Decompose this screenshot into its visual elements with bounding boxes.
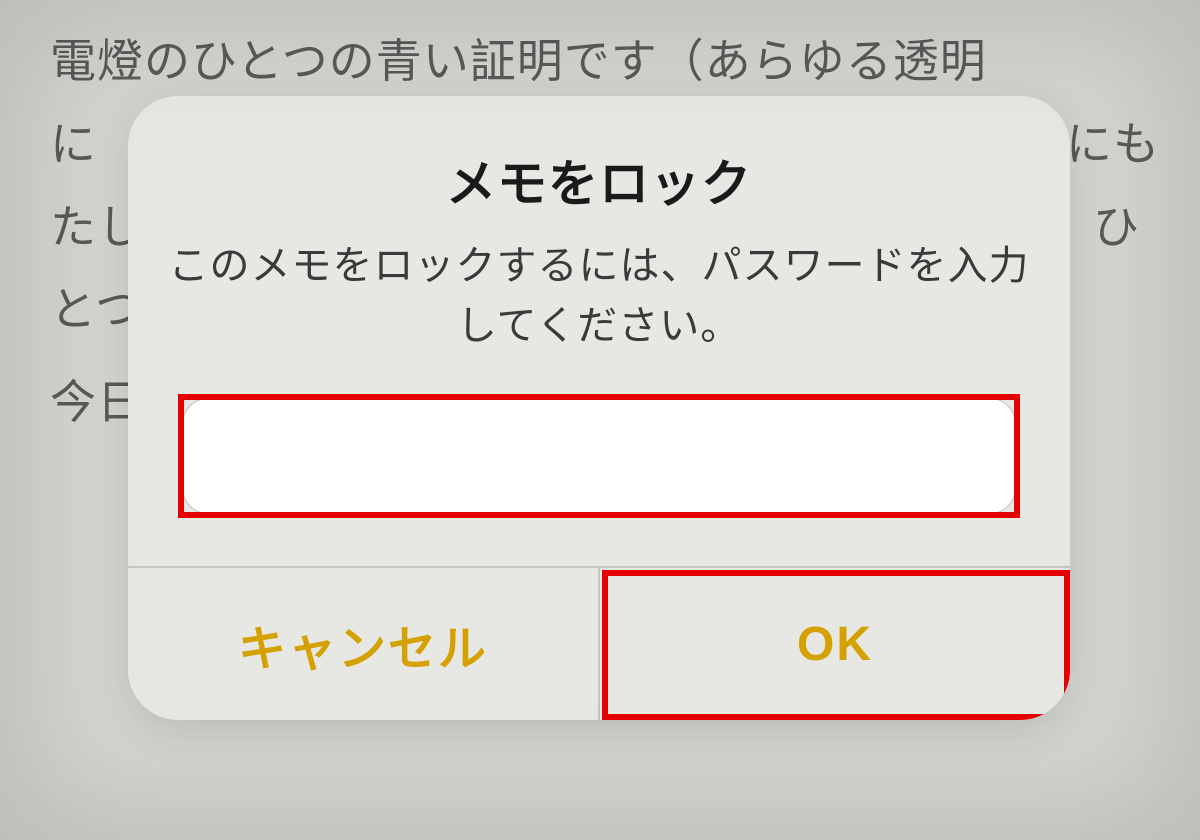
note-fragment: にも (1066, 103, 1160, 186)
cancel-button[interactable]: キャンセル (128, 568, 600, 720)
password-input[interactable] (182, 398, 1016, 514)
ok-button-label: OK (797, 617, 873, 672)
dialog-title: メモをロック (168, 144, 1030, 216)
dialog-message: このメモをロックするには、パスワードを入力してください。 (168, 236, 1030, 356)
note-line: 電燈のひとつの青い証明です（あらゆる透明 (50, 20, 1150, 103)
dialog-button-row: キャンセル OK (128, 566, 1070, 720)
note-fragment: ひ (1093, 186, 1140, 269)
lock-note-dialog: メモをロック このメモをロックするには、パスワードを入力してください。 キャンセ… (128, 96, 1070, 720)
ok-button[interactable]: OK (600, 568, 1070, 720)
note-fragment: に (50, 103, 97, 186)
password-field-wrapper (182, 398, 1016, 514)
